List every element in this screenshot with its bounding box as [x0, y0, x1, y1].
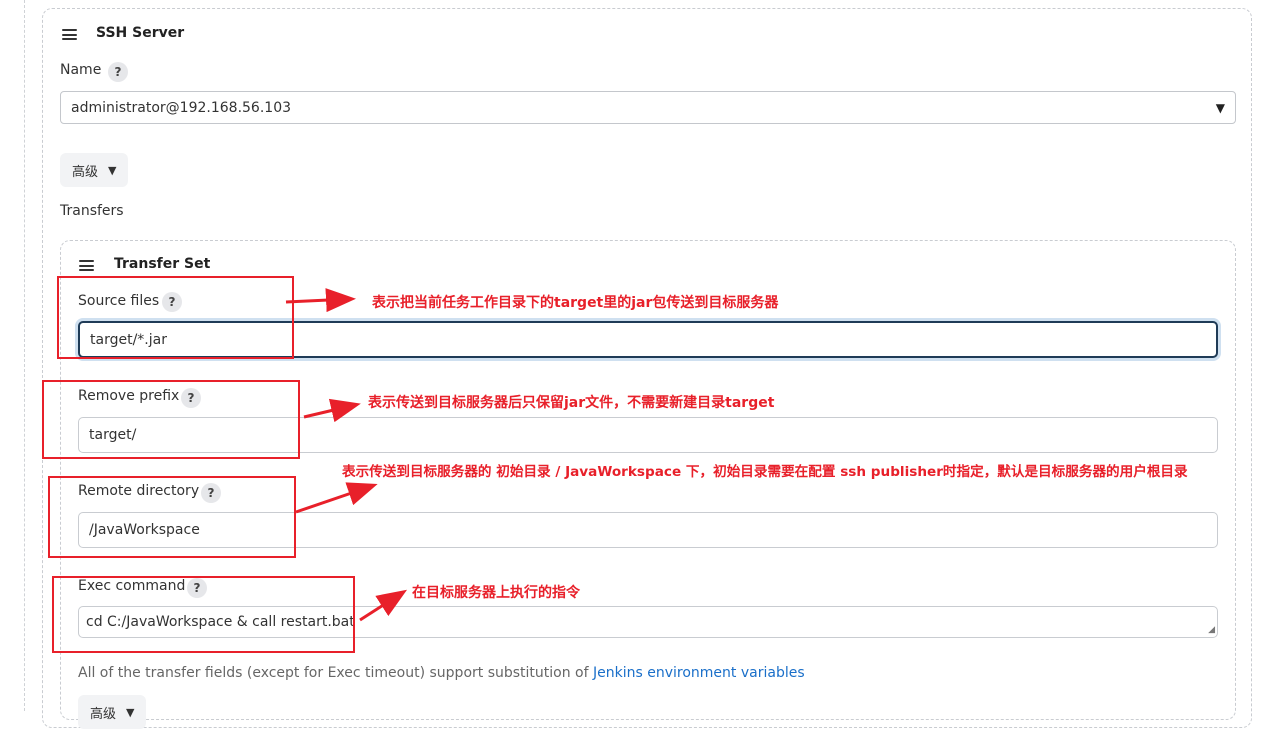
- remote-directory-annotation: 表示传送到目标服务器的 初始目录 / JavaWorkspace 下，初始目录需…: [342, 464, 1188, 480]
- remove-prefix-annotation: 表示传送到目标服务器后只保留jar文件，不需要新建目录target: [368, 395, 775, 411]
- exec-command-annotation: 在目标服务器上执行的指令: [412, 585, 580, 601]
- remote-directory-arrow: [295, 482, 378, 514]
- exec-command-arrow: [359, 589, 408, 622]
- source-files-arrow: [285, 288, 356, 313]
- source-files-annotation: 表示把当前任务工作目录下的target里的jar包传送到目标服务器: [372, 295, 779, 311]
- annotation-arrows: [285, 288, 408, 622]
- remove-prefix-arrow: [303, 398, 361, 423]
